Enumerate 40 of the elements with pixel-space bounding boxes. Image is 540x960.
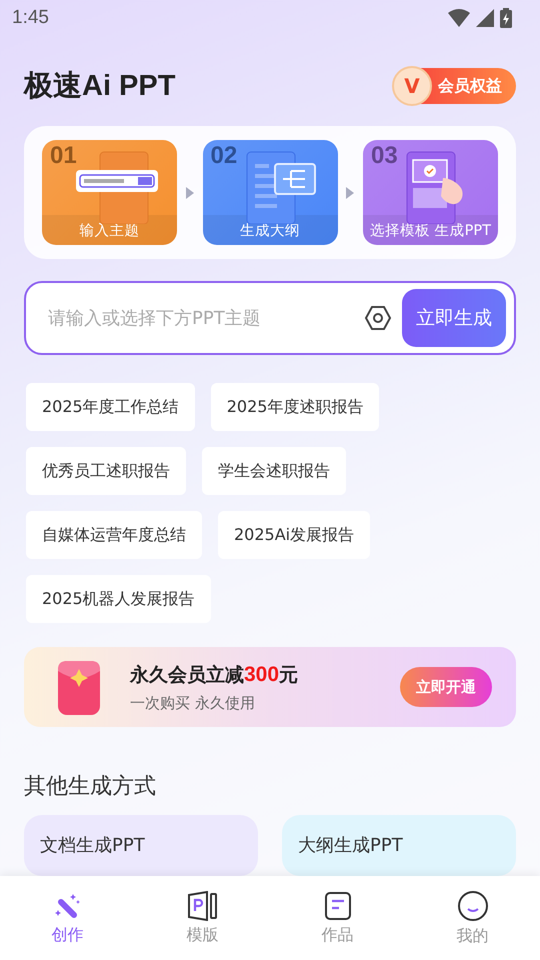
topic-chip[interactable]: 2025机器人发展报告 [26, 575, 211, 623]
step-arrow-icon [346, 186, 354, 198]
document-icon [324, 890, 352, 920]
step-arrow-icon [186, 186, 194, 198]
method-card[interactable]: 文档生成PPT [24, 815, 258, 876]
template-icon [186, 890, 218, 920]
nav-tab[interactable]: 作品 [270, 876, 405, 960]
topic-chip[interactable]: 自媒体运营年度总结 [26, 511, 202, 559]
promo-banner[interactable]: 永久会员立减300元 一次购买 永久使用 立即开通 [24, 647, 516, 727]
vip-badge: V [392, 66, 432, 106]
nav-tab[interactable]: 创作 [0, 876, 135, 960]
topic-chip[interactable]: 学生会述职报告 [202, 447, 346, 495]
topic-chip[interactable]: 2025年度工作总结 [26, 383, 195, 431]
generate-button[interactable]: 立即生成 [402, 289, 506, 347]
method-card[interactable]: 大纲生成PPT [282, 815, 516, 876]
smile-face-icon [456, 890, 488, 922]
app-title: 极速Ai PPT [24, 69, 176, 104]
status-time: 1:45 [12, 7, 49, 29]
step-number: 01 [50, 142, 77, 170]
step-number: 03 [371, 142, 398, 170]
step-number: 02 [210, 142, 238, 170]
battery-icon [500, 8, 512, 28]
section-title: 其他生成方式 [23, 773, 157, 801]
signal-icon [476, 9, 494, 27]
promo-subtitle: 一次购买 永久使用 [130, 694, 256, 712]
promo-title: 永久会员立减300元 [130, 662, 300, 688]
method-label: 大纲生成PPT [298, 834, 403, 857]
topic-chip[interactable]: 2025年度述职报告 [210, 383, 380, 431]
wifi-icon [448, 9, 470, 27]
step-card[interactable]: 03 选择模板 生成PPT [363, 140, 498, 245]
nav-tab[interactable]: 我的 [405, 876, 540, 960]
topic-input-field[interactable]: 请输入或选择下方PPT主题 立即生成 [24, 281, 516, 355]
hexagon-icon[interactable] [364, 304, 392, 332]
topic-chip[interactable]: 优秀员工述职报告 [26, 447, 186, 495]
activate-button[interactable]: 立即开通 [400, 667, 492, 707]
topic-chip[interactable]: 2025Ai发展报告 [218, 511, 370, 559]
vip-button[interactable]: V 会员权益 [394, 68, 516, 104]
method-label: 文档生成PPT [40, 834, 145, 857]
nav-tab[interactable]: 模版 [135, 876, 270, 960]
step-card[interactable]: 02 生成大纲 [202, 140, 338, 245]
